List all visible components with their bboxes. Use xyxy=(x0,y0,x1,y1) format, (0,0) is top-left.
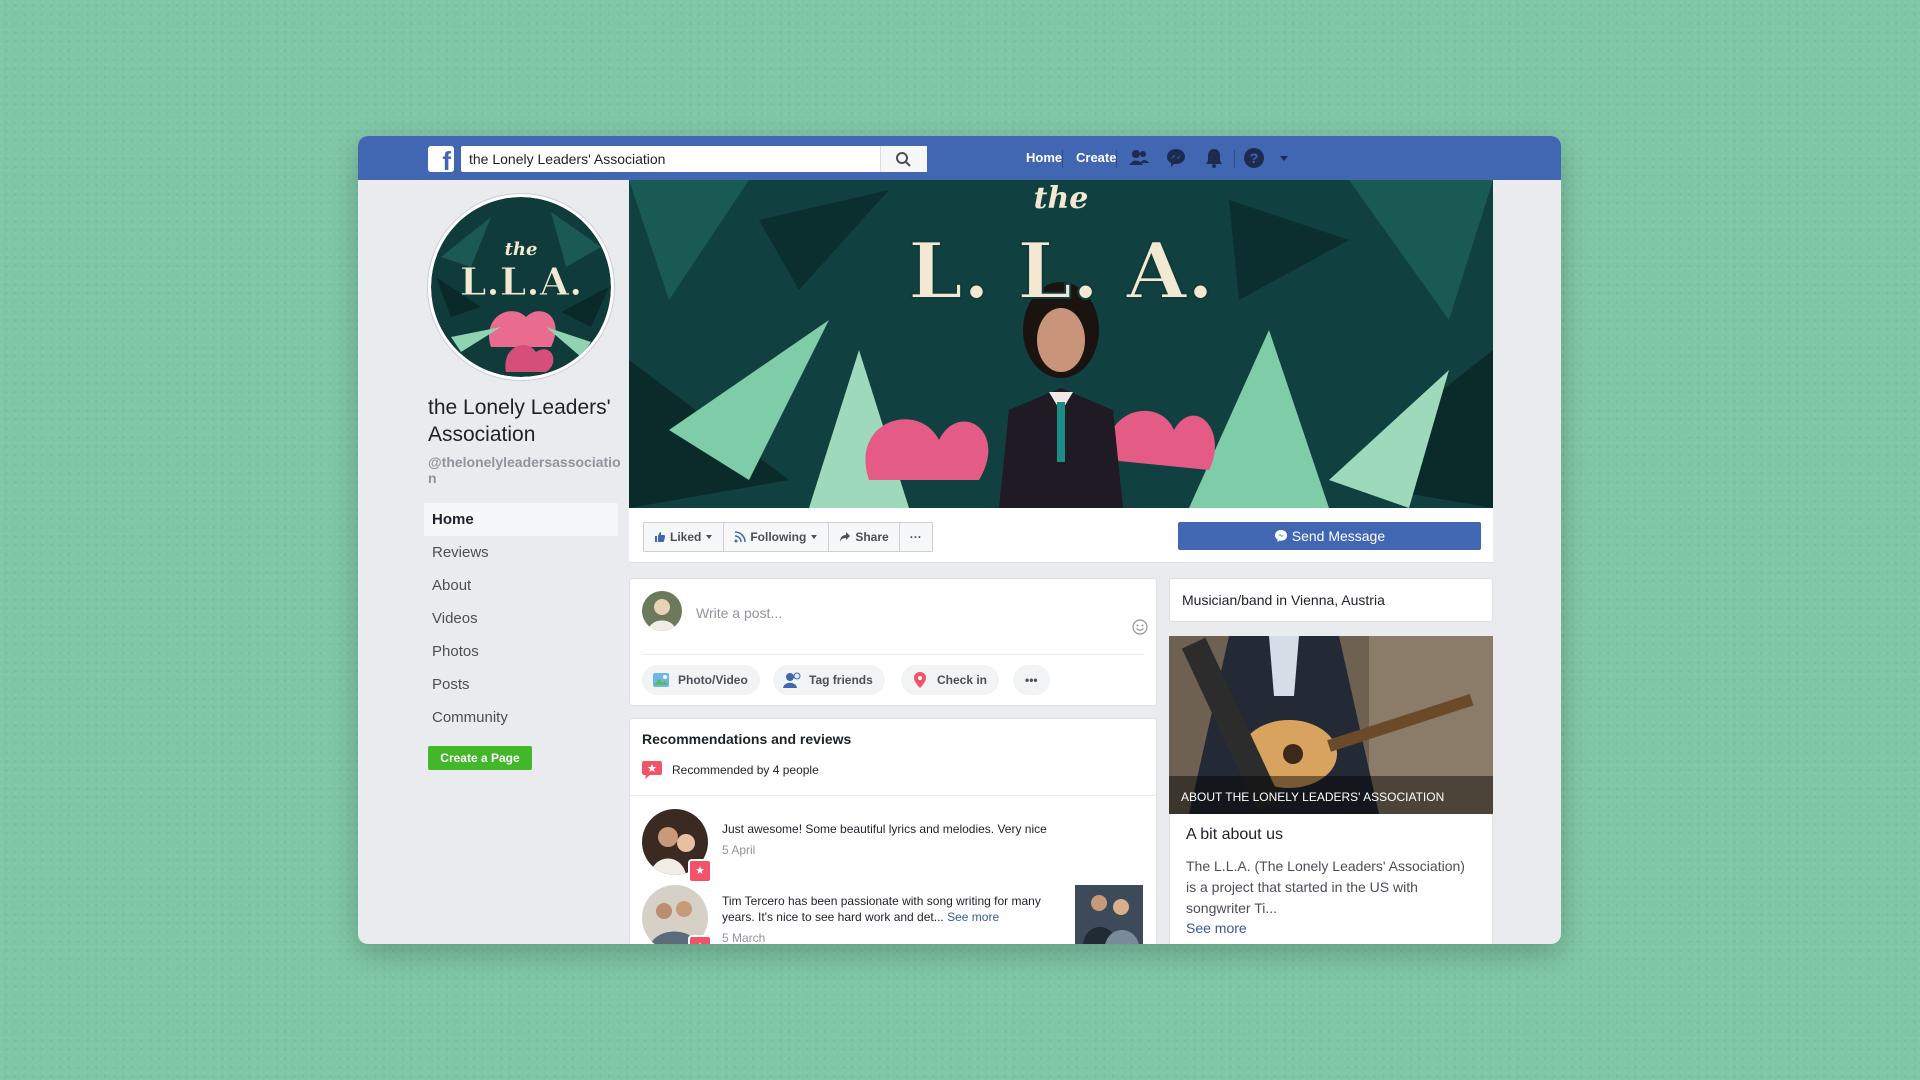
nav-divider xyxy=(1234,150,1235,168)
composer-more-button[interactable]: ••• xyxy=(1013,665,1050,695)
profile-picture[interactable]: the L.L.A. xyxy=(428,194,614,380)
page-category[interactable]: Musician/band in Vienna, Austria xyxy=(1182,592,1385,608)
page-category-card: Musician/band in Vienna, Austria xyxy=(1169,578,1493,622)
photo-icon xyxy=(653,673,669,687)
review-text-line2: years. It's nice to see hard work and de… xyxy=(722,910,944,924)
review-attached-photo[interactable] xyxy=(1075,885,1143,944)
sidebar-item-about[interactable]: About xyxy=(424,569,618,602)
nav-create-link[interactable]: Create xyxy=(1076,150,1116,165)
create-page-button[interactable]: Create a Page xyxy=(428,746,532,770)
caret-down-icon xyxy=(811,535,818,539)
location-pin-icon xyxy=(914,672,926,688)
sidebar-item-home[interactable]: Home xyxy=(424,503,618,536)
review-date[interactable]: 5 March xyxy=(722,931,765,944)
review-text-line: Tim Tercero has been passionate with son… xyxy=(722,894,1041,908)
action-button-group: Liked Following Share ··· xyxy=(643,522,933,552)
post-composer: Write a post... Photo/Video Tag friends … xyxy=(629,578,1157,706)
review-text-line: years. It's nice to see hard work and de… xyxy=(722,909,1041,925)
messenger-icon xyxy=(1274,530,1287,542)
review-text: Just awesome! Some beautiful lyrics and … xyxy=(722,822,1047,836)
send-message-button[interactable]: Send Message xyxy=(1178,522,1481,550)
about-photo[interactable]: ABOUT THE LONELY LEADERS' ASSOCIATION xyxy=(1169,636,1493,814)
search-input[interactable] xyxy=(461,146,897,172)
review-photo-thumbnail xyxy=(1075,885,1143,944)
share-button[interactable]: Share xyxy=(829,523,900,551)
about-title: A bit about us xyxy=(1186,826,1283,843)
sidebar-item-photos[interactable]: Photos xyxy=(424,635,618,668)
page-action-bar: Liked Following Share ··· Send Message xyxy=(629,508,1493,563)
cover-big-text: L. L. A. xyxy=(908,226,1214,317)
tag-friends-button[interactable]: Tag friends xyxy=(773,665,885,695)
page-handle[interactable]: @thelonelyleadersassociation xyxy=(428,454,628,486)
sidebar-navigation: Home Reviews About Videos Photos Posts C… xyxy=(424,503,618,734)
photo-video-label: Photo/Video xyxy=(678,673,748,687)
about-photo-caption: ABOUT THE LONELY LEADERS' ASSOCIATION xyxy=(1181,790,1445,804)
review-text: Tim Tercero has been passionate with son… xyxy=(722,893,1041,925)
reviews-divider xyxy=(630,795,1156,796)
about-card: A bit about us The L.L.A. (The Lonely Le… xyxy=(1169,814,1493,944)
messenger-icon[interactable] xyxy=(1165,147,1187,169)
sidebar-item-community[interactable]: Community xyxy=(424,701,618,734)
sidebar-item-posts[interactable]: Posts xyxy=(424,668,618,701)
check-in-button[interactable]: Check in xyxy=(901,665,1000,695)
tag-friends-icon xyxy=(783,672,801,688)
check-in-label: Check in xyxy=(937,673,988,687)
liked-label: Liked xyxy=(670,530,702,544)
search-button[interactable] xyxy=(880,146,927,172)
tag-friends-label: Tag friends xyxy=(809,673,873,687)
facebook-logo-icon[interactable]: f xyxy=(428,146,454,174)
more-options-button[interactable]: ··· xyxy=(900,523,932,551)
nav-divider xyxy=(1116,150,1117,168)
help-icon[interactable]: ? xyxy=(1243,147,1265,169)
caret-down-icon[interactable] xyxy=(1273,147,1295,169)
nav-home-link[interactable]: Home xyxy=(1026,150,1062,165)
recommend-badge-icon xyxy=(642,761,662,779)
cover-small-text: the xyxy=(1034,181,1089,216)
friends-icon[interactable] xyxy=(1128,147,1150,169)
about-see-more-link[interactable]: See more xyxy=(1186,920,1247,936)
svg-text:L.L.A.: L.L.A. xyxy=(460,259,583,304)
cover-artwork: the L. L. A. xyxy=(629,180,1493,508)
emoji-icon[interactable] xyxy=(1132,619,1148,635)
see-more-link[interactable]: See more xyxy=(947,910,999,924)
page-title: the Lonely Leaders' Association xyxy=(428,396,611,446)
top-navigation-bar: f Home Create ? xyxy=(358,136,1561,180)
recommendations-card: Recommendations and reviews Recommended … xyxy=(629,718,1157,944)
thumbs-up-icon xyxy=(655,532,665,542)
search-box[interactable] xyxy=(461,146,927,172)
send-message-label: Send Message xyxy=(1291,528,1386,544)
share-label: Share xyxy=(855,530,889,544)
review-star-icon: ★ xyxy=(688,935,712,944)
svg-text:?: ? xyxy=(1250,150,1259,166)
write-post-input[interactable]: Write a post... xyxy=(696,605,782,621)
cover-photo[interactable]: the L. L. A. xyxy=(629,180,1493,508)
review-star-icon: ★ xyxy=(688,859,712,883)
notifications-icon[interactable] xyxy=(1203,147,1225,169)
review-date[interactable]: 5 April xyxy=(722,843,755,857)
following-button[interactable]: Following xyxy=(724,523,830,551)
search-icon xyxy=(896,152,911,167)
caret-down-icon xyxy=(706,535,713,539)
user-avatar xyxy=(642,591,682,631)
svg-text:the: the xyxy=(505,239,538,260)
liked-button[interactable]: Liked xyxy=(644,523,725,551)
following-label: Following xyxy=(750,530,807,544)
recommended-count: Recommended by 4 people xyxy=(672,763,819,777)
about-description: The L.L.A. (The Lonely Leaders' Associat… xyxy=(1186,858,1465,916)
lla-logo-image: the L.L.A. xyxy=(431,197,611,377)
photo-video-button[interactable]: Photo/Video xyxy=(642,665,760,695)
composer-divider xyxy=(642,654,1144,655)
rss-icon xyxy=(734,531,747,543)
sidebar-item-reviews[interactable]: Reviews xyxy=(424,536,618,569)
guitarist-photo xyxy=(1169,636,1493,814)
avatar-image xyxy=(642,591,682,631)
recommendations-title[interactable]: Recommendations and reviews xyxy=(642,731,851,747)
browser-window: f Home Create ? xyxy=(358,136,1561,944)
sidebar-item-videos[interactable]: Videos xyxy=(424,602,618,635)
nav-divider xyxy=(1062,150,1063,168)
share-arrow-icon xyxy=(840,532,851,542)
